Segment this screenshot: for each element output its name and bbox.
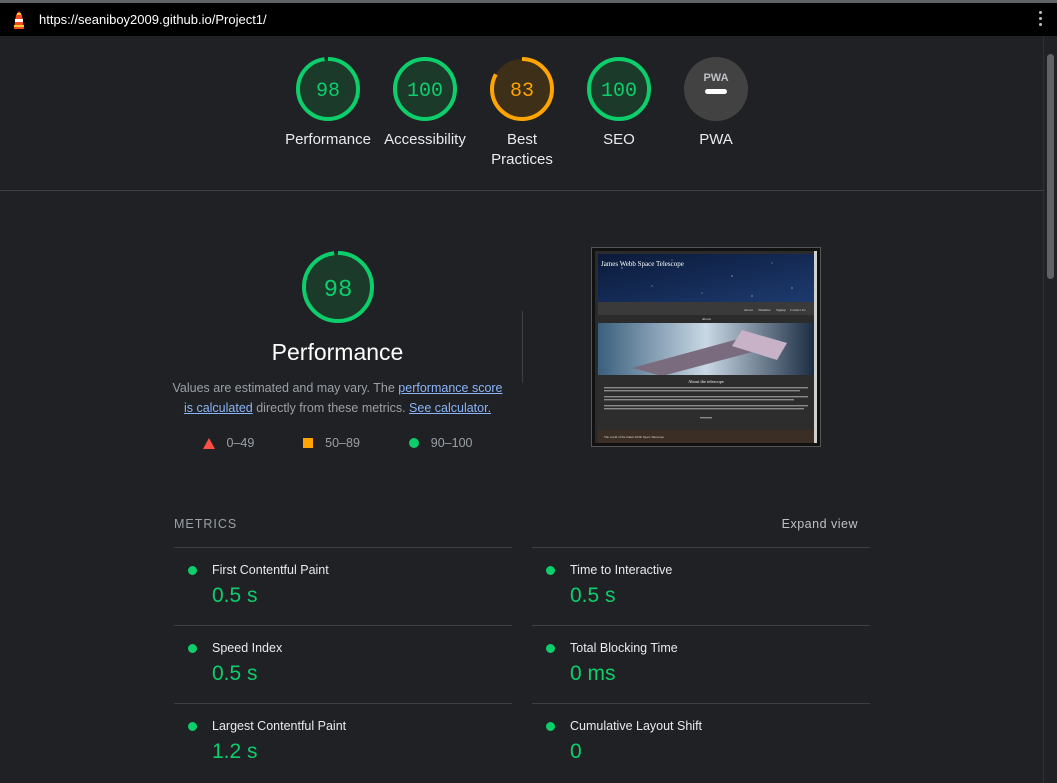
legend-range: 50–89 — [325, 436, 360, 450]
gauge-score: 98 — [316, 80, 340, 103]
best-practices-gauge-ring: 83 — [490, 57, 554, 121]
more-options-icon[interactable] — [1039, 11, 1043, 29]
site-section-label: About — [702, 317, 711, 321]
gauge-accessibility[interactable]: 100 Accessibility — [375, 56, 475, 150]
legend-range: 0–49 — [226, 436, 255, 450]
metric-name: Total Blocking Time — [570, 641, 678, 655]
gauge-seo[interactable]: 100 SEO — [569, 56, 669, 150]
gauge-label: Accessibility — [384, 131, 466, 148]
desc-prefix: Values are estimated and may vary. The — [172, 381, 399, 395]
accessibility-gauge-ring: 100 — [393, 57, 457, 121]
site-nav-about: About — [744, 308, 753, 312]
screenshot-image: James Webb Space Telescope About Timelin… — [595, 251, 817, 443]
circle-icon — [408, 438, 419, 448]
gauge-label: PWA — [699, 131, 733, 148]
gauge-label: Performance — [285, 131, 371, 148]
site-heading: About the telescope — [688, 379, 724, 384]
metric-first-contentful-paint: First Contentful Paint 0.5 s — [174, 547, 512, 625]
gauge-performance[interactable]: 98 Performance — [278, 56, 378, 150]
metric-value: 0 ms — [570, 662, 616, 685]
scrollbar[interactable] — [1043, 36, 1057, 783]
pwa-badge-icon: PWA — [684, 57, 748, 121]
gauge-label: SEO — [603, 131, 635, 148]
pass-circle-icon — [546, 722, 555, 731]
metric-name: Speed Index — [212, 641, 283, 655]
metric-value: 0.5 s — [570, 584, 616, 607]
site-nav-contact: Contact Us — [790, 308, 806, 312]
gauge-score: 100 — [407, 80, 443, 103]
metric-name: Cumulative Layout Shift — [570, 719, 703, 733]
metric-time-to-interactive: Time to Interactive 0.5 s — [532, 547, 870, 625]
lighthouse-icon — [10, 10, 28, 30]
metric-value: 0.5 s — [212, 584, 258, 607]
site-nav-signup: Signup — [776, 308, 786, 312]
score-gauges: 98 Performance 100 Accessibility 83 Best… — [0, 36, 1044, 191]
address-bar: https://seaniboy2009.github.io/Project1/ — [0, 0, 1057, 36]
metric-name: First Contentful Paint — [212, 563, 329, 577]
legend-average: 50–89 — [303, 436, 360, 450]
site-nav-timeline: Timeline — [758, 308, 771, 312]
desc-middle: directly from these metrics. — [252, 401, 410, 415]
legend-fail: 0–49 — [202, 436, 255, 450]
metric-value: 0 — [570, 740, 582, 763]
metric-speed-index: Speed Index 0.5 s — [174, 625, 512, 703]
legend-pass: 90–100 — [408, 436, 473, 450]
pass-circle-icon — [546, 644, 555, 653]
expand-view-toggle[interactable]: Expand view — [782, 517, 858, 531]
score-legend: 0–49 50–89 90–100 — [202, 436, 473, 450]
gauge-score: 83 — [510, 80, 534, 103]
site-footer-text: The world of the James Webb Space Telesc… — [604, 435, 664, 439]
metric-cumulative-layout-shift: Cumulative Layout Shift 0 — [532, 703, 870, 781]
site-title: James Webb Space Telescope — [601, 260, 684, 268]
gauge-score: 100 — [601, 80, 637, 103]
see-calculator-link[interactable]: See calculator. — [409, 401, 491, 415]
gauge-label: Best Practices — [491, 131, 553, 168]
performance-large-gauge: 98 — [301, 251, 374, 323]
triangle-icon — [202, 437, 215, 449]
performance-title: Performance — [271, 339, 404, 365]
performance-summary: 98 Performance Values are estimated and … — [170, 250, 505, 450]
metric-total-blocking-time: Total Blocking Time 0 ms — [532, 625, 870, 703]
performance-score: 98 — [323, 277, 352, 304]
pwa-badge-text: PWA — [703, 72, 728, 84]
seo-gauge-ring: 100 — [587, 57, 651, 121]
metric-largest-contentful-paint: Largest Contentful Paint 1.2 s — [174, 703, 512, 781]
metrics-header: METRICS Expand view — [174, 517, 858, 531]
final-screenshot-thumbnail[interactable]: James Webb Space Telescope About Timelin… — [591, 247, 821, 447]
square-icon — [303, 438, 314, 448]
legend-range: 90–100 — [430, 436, 473, 450]
page-url: https://seaniboy2009.github.io/Project1/ — [39, 12, 267, 27]
metrics-title: METRICS — [174, 517, 238, 531]
performance-description: Values are estimated and may vary. The p… — [170, 378, 505, 418]
performance-gauge-ring: 98 — [296, 57, 360, 121]
gauge-best-practices[interactable]: 83 Best Practices — [472, 56, 572, 170]
pass-circle-icon — [188, 644, 197, 653]
metric-value: 1.2 s — [212, 740, 258, 763]
metric-name: Time to Interactive — [570, 563, 673, 577]
metric-name: Largest Contentful Paint — [212, 719, 347, 733]
gauge-pwa[interactable]: PWA PWA — [666, 56, 766, 150]
pass-circle-icon — [188, 722, 197, 731]
metric-value: 0.5 s — [212, 662, 258, 685]
scrollbar-thumb[interactable] — [1047, 54, 1054, 279]
vertical-divider — [522, 311, 523, 383]
pass-circle-icon — [546, 566, 555, 575]
pass-circle-icon — [188, 566, 197, 575]
